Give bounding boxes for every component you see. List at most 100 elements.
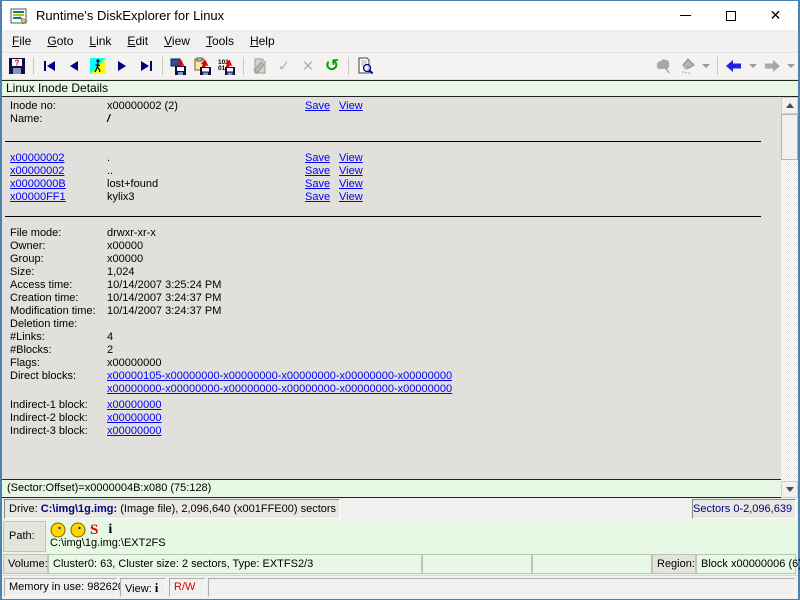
minimize-button[interactable] [663, 1, 708, 30]
attributes-section: File mode:drwxr-xr-x Owner:x00000 Group:… [2, 227, 781, 438]
menu-goto[interactable]: Goto [39, 30, 81, 52]
block-link[interactable]: x00000105 [107, 370, 165, 382]
block-link[interactable]: x00000000 [165, 370, 223, 382]
volume-panel-spare [532, 554, 652, 574]
save-image-icon[interactable]: ? [5, 55, 29, 78]
nav-first-icon[interactable] [38, 55, 62, 78]
menu-link[interactable]: Link [81, 30, 119, 52]
nav-back-icon[interactable] [62, 55, 86, 78]
memory-usage: Memory in use: 982620 [4, 578, 117, 597]
history-back-dropdown-icon[interactable] [749, 64, 757, 68]
nav-forward-icon[interactable] [110, 55, 134, 78]
inode-number-row: Inode no: x00000002 (2) Save View [2, 100, 781, 113]
block-link[interactable]: x00000000 [398, 383, 452, 395]
close-icon: ✕ [770, 9, 782, 23]
region-label: Region: [652, 554, 696, 574]
menu-file[interactable]: File [4, 30, 39, 52]
scroll-down-button[interactable] [781, 481, 798, 498]
menu-edit[interactable]: Edit [119, 30, 156, 52]
detail-label: Deletion time: [10, 318, 77, 331]
window-title: Runtime's DiskExplorer for Linux [36, 8, 224, 23]
superblock-icon[interactable]: S [90, 523, 98, 537]
detail-label: Access time: [10, 279, 72, 292]
view-link[interactable]: View [339, 178, 363, 191]
jump-icon[interactable] [50, 522, 66, 538]
history-forward-dropdown-icon[interactable] [787, 64, 795, 68]
inode-name-label: Name: [10, 113, 42, 126]
block-link[interactable]: x00000000 [107, 383, 165, 395]
detail-value: drwxr-xr-x [107, 227, 156, 240]
dir-inode-link[interactable]: x00000FF1 [10, 191, 66, 204]
scroll-up-button[interactable] [781, 97, 798, 114]
dir-entry-name: .. [107, 165, 113, 178]
maximize-button[interactable] [708, 1, 753, 30]
highlighter-dropdown-icon[interactable] [702, 64, 710, 68]
detail-label: Flags: [10, 357, 40, 370]
apply-disabled-icon[interactable]: ✓ [272, 55, 296, 78]
save-to-file-icon[interactable] [167, 55, 191, 78]
detail-label: Modification time: [10, 305, 96, 318]
refresh-icon[interactable]: ↺ [320, 55, 344, 78]
divider [5, 141, 761, 142]
print-preview-icon[interactable] [353, 55, 377, 78]
block-link[interactable]: x00000000 [107, 412, 161, 425]
edit-disabled-icon[interactable] [248, 55, 272, 78]
block-link[interactable]: x00000000 [281, 383, 339, 395]
view-link[interactable]: View [339, 165, 363, 178]
save-link[interactable]: Save [305, 178, 330, 191]
inode-number-value: x00000002 (2) [107, 100, 178, 113]
dir-inode-link[interactable]: x00000002 [10, 152, 64, 165]
dir-inode-link[interactable]: x00000002 [10, 165, 64, 178]
vertical-scrollbar[interactable] [781, 97, 798, 498]
save-link[interactable]: Save [305, 165, 330, 178]
block-link[interactable]: x00000000 [223, 370, 281, 382]
down-arrow-icon [786, 487, 794, 492]
svg-text:?: ? [15, 59, 20, 68]
save-link[interactable]: Save [305, 191, 330, 204]
detail-row: Modification time:10/14/2007 3:24:37 PM [2, 305, 781, 318]
menu-help[interactable]: Help [242, 30, 283, 52]
block-link[interactable]: x00000000 [165, 383, 223, 395]
block-link[interactable]: x00000000 [223, 383, 281, 395]
save-link[interactable]: Save [305, 152, 330, 165]
section-header: Linux Inode Details [2, 80, 798, 97]
menu-view[interactable]: View [156, 30, 198, 52]
highlighter-disabled-icon[interactable] [675, 55, 699, 78]
close-button[interactable]: ✕ [753, 1, 798, 30]
block-link[interactable]: x00000000 [107, 399, 161, 412]
detail-value: x00000 [107, 240, 143, 253]
view-link[interactable]: View [339, 152, 363, 165]
detail-label: Size: [10, 266, 34, 279]
block-link[interactable]: x00000000 [281, 370, 339, 382]
block-link[interactable]: x00000000 [398, 370, 452, 382]
detail-row: #Links:4 [2, 331, 781, 344]
direct-blocks-links: x00000105x00000000x00000000x00000000x000… [107, 370, 452, 383]
indirect-label: Indirect-3 block: [10, 425, 88, 438]
view-link[interactable]: View [339, 100, 363, 113]
detail-row: Owner:x00000 [2, 240, 781, 253]
history-forward-icon[interactable] [760, 55, 784, 78]
history-back-icon[interactable] [722, 55, 746, 78]
nav-last-icon[interactable] [134, 55, 158, 78]
block-link[interactable]: x00000000 [340, 383, 398, 395]
dir-inode-link[interactable]: x0000000B [10, 178, 66, 191]
view-link[interactable]: View [339, 191, 363, 204]
cancel-disabled-icon[interactable]: ✕ [296, 55, 320, 78]
directory-row: x00000002 . Save View [2, 152, 781, 165]
directory-row: x0000000B lost+found Save View [2, 178, 781, 191]
save-binary-icon[interactable]: 101 01 [215, 55, 239, 78]
volume-label: Volume: [3, 554, 48, 574]
jump-icon[interactable] [70, 522, 86, 538]
save-link[interactable]: Save [305, 100, 330, 113]
detail-label: File mode: [10, 227, 61, 240]
fill-disabled-icon[interactable] [651, 55, 675, 78]
volume-info: Cluster0: 63, Cluster size: 2 sectors, T… [48, 554, 422, 574]
menu-tools[interactable]: Tools [198, 30, 242, 52]
scrollbar-thumb[interactable] [781, 114, 798, 160]
copy-to-clipboard-save-icon[interactable] [191, 55, 215, 78]
goto-root-walker-icon[interactable] [86, 55, 110, 78]
block-link[interactable]: x00000000 [107, 425, 161, 438]
block-link[interactable]: x00000000 [340, 370, 398, 382]
inode-view-icon[interactable]: i [108, 523, 112, 537]
drive-label: Drive: [9, 503, 41, 515]
